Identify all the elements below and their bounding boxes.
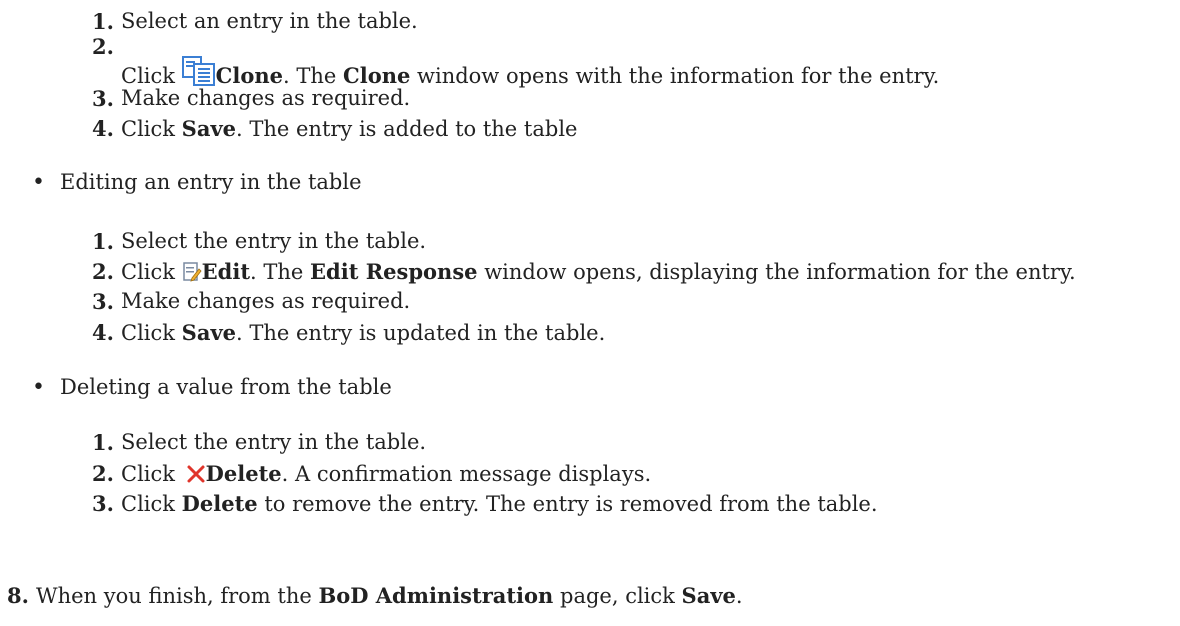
step-text: Select the entry in the table. <box>121 229 427 253</box>
step-text: Select the entry in the table. <box>121 430 427 454</box>
bod-administration-label: BoD Administration <box>318 583 554 608</box>
clone-label: Clone <box>215 63 283 88</box>
edit-label: Edit <box>201 259 251 284</box>
step-number: 4. <box>92 320 114 345</box>
step-number: 2. <box>92 259 114 284</box>
clone-icon <box>181 56 216 90</box>
save-label: Save <box>181 116 237 141</box>
step-text-pre: Click <box>121 64 182 88</box>
delete-label: Delete <box>181 491 258 516</box>
step-text: Select an entry in the table. <box>121 9 418 33</box>
step-number: 1. <box>92 430 114 455</box>
step-number: 3. <box>92 491 114 516</box>
edit-response-label: Edit Response <box>310 259 478 284</box>
bullet-icon: • <box>32 170 45 195</box>
step-number: 2. <box>92 461 114 486</box>
bullet-icon: • <box>32 375 45 400</box>
delete-label: Delete <box>205 461 282 486</box>
clone-window-label: Clone <box>343 63 411 88</box>
step-number: 1. <box>92 229 114 254</box>
save-label: Save <box>181 320 237 345</box>
step-text: Make changes as required. <box>121 86 411 110</box>
step-number: 3. <box>92 86 114 111</box>
step-number: 2. <box>92 34 114 59</box>
step-text: Make changes as required. <box>121 289 411 313</box>
step-number: 8. <box>7 583 29 608</box>
edit-icon <box>182 262 202 286</box>
save-label: Save <box>681 583 736 608</box>
step-number: 4. <box>92 116 114 141</box>
section-heading: Deleting a value from the table <box>60 375 392 399</box>
delete-icon <box>186 464 206 488</box>
step-number: 1. <box>92 9 114 34</box>
step-number: 3. <box>92 289 114 314</box>
section-heading: Editing an entry in the table <box>60 170 362 194</box>
